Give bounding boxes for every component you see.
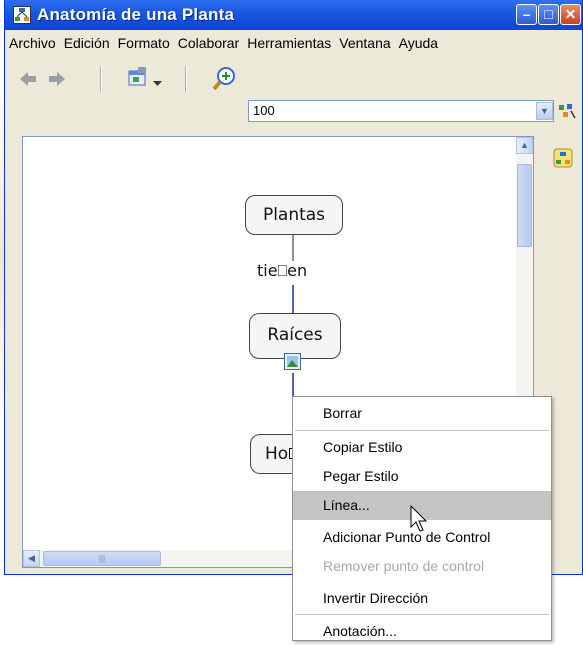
menu-ventana[interactable]: Ventana [335, 35, 394, 51]
close-button[interactable]: ✕ [560, 4, 581, 25]
scroll-left-button[interactable]: ◀ [23, 550, 40, 567]
menu-colaborar[interactable]: Colaborar [174, 35, 243, 51]
back-arrow-icon[interactable] [18, 70, 38, 93]
menu-item-invertir-direccion[interactable]: Invertir Dirección [293, 584, 551, 613]
window-title: Anatomía de una Planta [37, 5, 235, 24]
maximize-button[interactable]: □ [538, 4, 559, 25]
scroll-up-button[interactable]: ▲ [516, 137, 533, 154]
menu-bar: Archivo Edición Formato Colaborar Herram… [5, 30, 582, 57]
menu-edicion[interactable]: Edición [60, 35, 114, 51]
toolbar-separator [185, 66, 187, 92]
image-resource-icon[interactable] [284, 353, 301, 375]
menu-separator [295, 430, 549, 431]
menu-item-anotacion[interactable]: Anotación... [293, 617, 551, 646]
view-options-icon[interactable] [127, 67, 149, 94]
vertical-scroll-thumb[interactable] [517, 164, 532, 247]
toolbar [5, 56, 582, 134]
styles-icon[interactable] [558, 103, 576, 124]
mouse-pointer-icon [410, 504, 428, 538]
menu-herramientas[interactable]: Herramientas [243, 35, 335, 51]
concept-node-plantas[interactable]: Plantas [245, 195, 343, 235]
menu-separator [295, 614, 549, 615]
menu-item-borrar[interactable]: Borrar [293, 399, 551, 428]
chevron-down-icon[interactable] [153, 74, 162, 92]
menu-item-copiar-estilo[interactable]: Copiar Estilo [293, 433, 551, 462]
menu-ayuda[interactable]: Ayuda [395, 35, 442, 51]
toolbar-separator [100, 66, 102, 92]
zoom-level-input[interactable]: 100 [248, 100, 554, 122]
menu-formato[interactable]: Formato [114, 35, 174, 51]
concept-map-panel-icon[interactable] [553, 148, 573, 173]
menu-item-pegar-estilo[interactable]: Pegar Estilo [293, 462, 551, 491]
title-bar[interactable]: Anatomía de una Planta [5, 0, 582, 30]
zoom-icon[interactable] [211, 66, 237, 97]
menu-item-remover-punto: Remover punto de control [323, 558, 485, 574]
minimize-button[interactable]: – [516, 4, 537, 25]
menu-archivo[interactable]: Archivo [5, 35, 60, 51]
concept-map-app-icon [13, 6, 31, 24]
horizontal-scroll-thumb[interactable]: ||| [43, 551, 161, 566]
linking-phrase[interactable]: tie⎕en [257, 261, 307, 281]
forward-arrow-icon[interactable] [47, 70, 67, 93]
zoom-dropdown-button[interactable]: ▼ [536, 102, 553, 120]
